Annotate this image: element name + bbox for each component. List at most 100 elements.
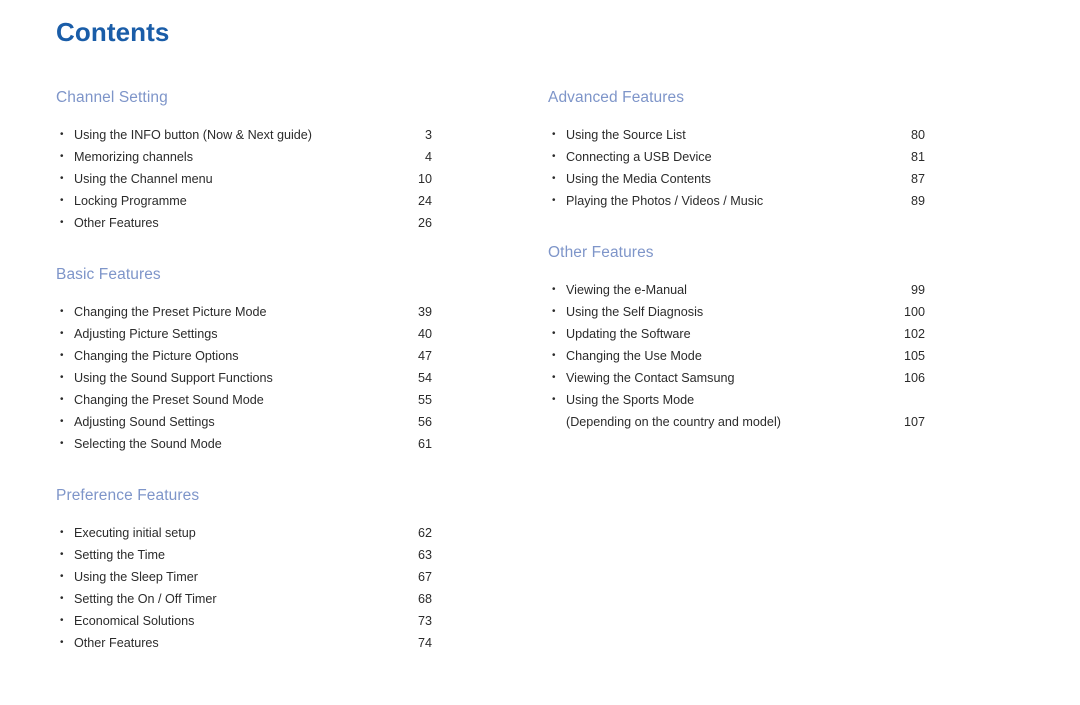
bullet-icon: • [552,151,556,162]
toc-entry[interactable]: • Connecting a USB Device 81 [548,146,925,168]
toc-entry[interactable]: • Updating the Software 102 [548,323,925,345]
toc-entry[interactable]: • Using the Sports Mode (Depending on the… [548,389,925,433]
bullet-icon: • [60,195,64,206]
toc-entry-label: Other Features [74,636,159,650]
bullet-icon: • [60,416,64,427]
toc-entry-page-number: 24 [417,194,432,208]
toc-entry[interactable]: • Setting the Time 63 [56,544,432,566]
bullet-icon: • [552,306,556,317]
bullet-icon: • [552,350,556,361]
toc-section-header: Other Features [548,244,654,261]
toc-section-header: Basic Features [56,266,161,283]
toc-entry[interactable]: • Selecting the Sound Mode 61 [56,433,432,455]
page-title: Contents [56,17,170,47]
toc-entry-page-number: 47 [417,349,432,363]
toc-entry-page-number: 39 [417,305,432,319]
toc-entry-page-number: 73 [417,614,432,628]
toc-entry[interactable]: • Other Features 26 [56,212,432,234]
toc-entry-label: Executing initial setup [74,526,196,540]
toc-entry-page-number: 102 [903,327,925,341]
toc-entry-label: Economical Solutions [74,614,195,628]
bullet-icon: • [60,151,64,162]
toc-entry-page-number: 26 [417,216,432,230]
toc-entry-page-number: 10 [417,172,432,186]
toc-entry[interactable]: • Changing the Picture Options 47 [56,345,432,367]
toc-entry[interactable]: • Locking Programme 24 [56,190,432,212]
bullet-icon: • [60,328,64,339]
toc-entry-page-number: 55 [417,393,432,407]
bullet-icon: • [60,173,64,184]
toc-entry[interactable]: • Changing the Use Mode 105 [548,345,925,367]
toc-entry[interactable]: • Economical Solutions 73 [56,610,432,632]
toc-entry-page-number: 99 [910,283,925,297]
toc-entry-label: Changing the Preset Sound Mode [74,393,264,407]
toc-entry-page-number: 81 [910,150,925,164]
toc-entry-page-number: 62 [417,526,432,540]
toc-entry[interactable]: • Playing the Photos / Videos / Music 89 [548,190,925,212]
bullet-icon: • [60,306,64,317]
toc-entry-label: Setting the On / Off Timer [74,592,217,606]
toc-entry-label: Changing the Picture Options [74,349,239,363]
toc-list: • Using the Source List 80 • Connecting a US… [548,124,925,212]
toc-section: Channel Setting • Using the INFO button (N… [56,88,432,234]
toc-entry-label: Using the INFO button (Now & Next guide) [74,128,312,142]
toc-entry-page-number: 100 [903,305,925,319]
contents-column-right: Advanced Features • Using the Source List 8… [548,88,925,433]
toc-entry-page-number: 106 [903,371,925,385]
toc-entry[interactable]: • Using the Sleep Timer 67 [56,566,432,588]
toc-entry-page-number: 105 [903,349,925,363]
toc-entry[interactable]: • Executing initial setup 62 [56,522,432,544]
toc-entry-page-number: 61 [417,437,432,451]
toc-section-header: Channel Setting [56,89,168,106]
toc-entry[interactable]: • Setting the On / Off Timer 68 [56,588,432,610]
toc-list: • Changing the Preset Picture Mode 39 • Adju… [56,301,432,455]
toc-entry[interactable]: • Using the Channel menu 10 [56,168,432,190]
toc-entry-label: Using the Source List [566,128,686,142]
bullet-icon: • [552,173,556,184]
bullet-icon: • [60,217,64,228]
toc-entry[interactable]: • Viewing the Contact Samsung 106 [548,367,925,389]
toc-entry[interactable]: • Adjusting Sound Settings 56 [56,411,432,433]
toc-entry[interactable]: • Using the Sound Support Functions 54 [56,367,432,389]
toc-entry-page-number: 4 [424,150,432,164]
bullet-icon: • [60,637,64,648]
bullet-icon: • [60,571,64,582]
bullet-icon: • [60,129,64,140]
toc-entry[interactable]: • Changing the Preset Picture Mode 39 [56,301,432,323]
toc-entry-label: Selecting the Sound Mode [74,437,222,451]
toc-entry[interactable]: • Using the Self Diagnosis 100 [548,301,925,323]
bullet-icon: • [552,284,556,295]
bullet-icon: • [552,129,556,140]
toc-entry[interactable]: • Using the INFO button (Now & Next guide… [56,124,432,146]
bullet-icon: • [60,350,64,361]
toc-entry-label: Updating the Software [566,327,691,341]
toc-entry[interactable]: • Memorizing channels 4 [56,146,432,168]
toc-entry-label: Using the Media Contents [566,172,711,186]
toc-entry[interactable]: • Using the Source List 80 [548,124,925,146]
toc-section: Preference Features • Executing initial se… [56,486,432,654]
toc-entry[interactable]: • Changing the Preset Sound Mode 55 [56,389,432,411]
toc-entry-label: Locking Programme [74,194,187,208]
toc-entry-label: Playing the Photos / Videos / Music [566,194,764,208]
toc-entry[interactable]: • Using the Media Contents 87 [548,168,925,190]
toc-entry-page-number: 74 [417,636,432,650]
toc-entry-page-number: 3 [424,128,432,142]
toc-entry-page-number: 89 [910,194,925,208]
toc-entry[interactable]: • Other Features 74 [56,632,432,654]
toc-entry[interactable]: • Viewing the e-Manual 99 [548,279,925,301]
toc-entry-label: Viewing the Contact Samsung [566,371,735,385]
bullet-icon: • [552,372,556,383]
bullet-icon: • [60,593,64,604]
bullet-icon: • [552,328,556,339]
contents-page: Contents Channel Setting • Using the INFO … [0,0,1080,705]
toc-entry[interactable]: • Adjusting Picture Settings 40 [56,323,432,345]
toc-entry-label: Setting the Time [74,548,166,562]
bullet-icon: • [60,549,64,560]
toc-entry-page-number: 63 [417,548,432,562]
bullet-icon: • [552,394,556,405]
bullet-icon: • [60,372,64,383]
toc-entry-label: Memorizing channels [74,150,193,164]
toc-section: Basic Features • Changing the Preset Pictu… [56,265,432,455]
bullet-icon: • [60,394,64,405]
toc-section-header: Preference Features [56,487,200,504]
